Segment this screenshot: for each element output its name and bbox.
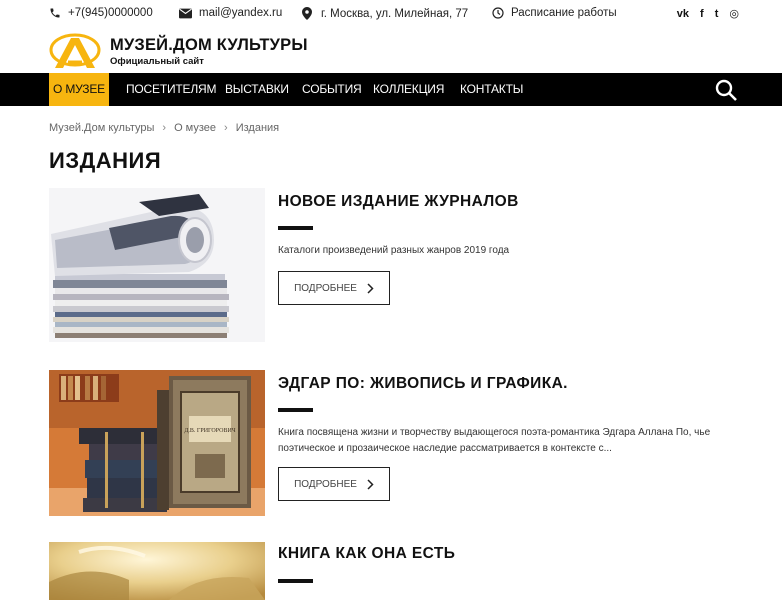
phone-link[interactable]: +7(945)0000000	[49, 7, 153, 19]
book-image[interactable]	[49, 542, 265, 600]
schedule-text: Расписание работы	[511, 7, 617, 19]
location-pin-icon	[302, 7, 312, 20]
nav-item-contacts[interactable]: КОНТАКТЫ	[460, 73, 523, 106]
chevron-right-icon: ›	[224, 122, 228, 134]
instagram-icon[interactable]: ◎	[729, 7, 739, 21]
card-title[interactable]: ЭДГАР ПО: ЖИВОПИСЬ И ГРАФИКА.	[278, 375, 568, 393]
nav-item-exhibitions[interactable]: ВЫСТАВКИ	[225, 73, 289, 106]
facebook-icon[interactable]: f	[700, 7, 704, 21]
search-icon[interactable]	[714, 78, 738, 102]
card-description: Каталоги произведений разных жанров 2019…	[278, 245, 510, 256]
book-cover-text: Д.В. ГРИГОРОВИЧ	[184, 428, 235, 434]
nav-item-about[interactable]: О МУЗЕЕ	[49, 73, 109, 106]
nav-item-collection[interactable]: КОЛЛЕКЦИЯ	[373, 73, 444, 106]
nav-item-visitors[interactable]: ПОСЕТИТЕЛЯМ	[126, 73, 216, 106]
nav-item-events[interactable]: СОБЫТИЯ	[302, 73, 362, 106]
more-button[interactable]: ПОДРОБНЕЕ	[278, 467, 390, 501]
logo-subtitle: Официальный сайт	[110, 56, 204, 67]
title-underline	[278, 408, 313, 412]
main-nav: О МУЗЕЕ ПОСЕТИТЕЛЯМ ВЫСТАВКИ СОБЫТИЯ КОЛ…	[0, 73, 782, 106]
breadcrumb: Музей.Дом культуры › О музее › Издания	[49, 122, 279, 134]
site-logo[interactable]: МУЗЕЙ.ДОМ КУЛЬТУРЫ Официальный сайт	[49, 32, 349, 72]
title-underline	[278, 226, 313, 230]
mail-icon	[179, 8, 192, 18]
breadcrumb-current: Издания	[235, 122, 280, 134]
publication-card: КНИГА КАК ОНА ЕСТЬ	[49, 542, 739, 600]
phone-text: +7(945)0000000	[68, 7, 153, 19]
address-link[interactable]: г. Москва, ул. Милейная, 77	[302, 7, 468, 20]
contact-bar: +7(945)0000000 mail@yandex.ru г. Москва,…	[0, 0, 782, 28]
phone-icon	[50, 8, 60, 18]
chevron-right-icon	[367, 282, 374, 294]
more-button-label: ПОДРОБНЕЕ	[294, 282, 357, 294]
logo-mark-icon	[49, 33, 101, 68]
social-links: vk f t ◎	[677, 7, 739, 21]
more-button[interactable]: ПОДРОБНЕЕ	[278, 271, 390, 305]
clock-icon	[492, 7, 504, 19]
title-underline	[278, 579, 313, 583]
more-button-label: ПОДРОБНЕЕ	[294, 478, 357, 490]
publication-card: НОВОЕ ИЗДАНИЕ ЖУРНАЛОВ Каталоги произвед…	[49, 188, 739, 342]
card-description: Книга посвящена жизни и творчеству выдаю…	[278, 427, 711, 454]
vk-icon[interactable]: vk	[677, 7, 689, 21]
breadcrumb-about[interactable]: О музее	[174, 122, 216, 134]
schedule-link[interactable]: Расписание работы	[492, 7, 617, 19]
chevron-right-icon	[367, 478, 374, 490]
old-books-image[interactable]: Д.В. ГРИГОРОВИЧ	[49, 370, 265, 516]
logo-title: МУЗЕЙ.ДОМ КУЛЬТУРЫ	[110, 36, 308, 54]
email-text: mail@yandex.ru	[199, 7, 283, 19]
twitter-icon[interactable]: t	[715, 7, 719, 21]
page-title: ИЗДАНИЯ	[49, 148, 162, 173]
email-link[interactable]: mail@yandex.ru	[179, 7, 282, 19]
publication-card: Д.В. ГРИГОРОВИЧ ЭДГАР ПО: ЖИВОПИСЬ И ГРА…	[49, 370, 739, 516]
card-title[interactable]: НОВОЕ ИЗДАНИЕ ЖУРНАЛОВ	[278, 193, 519, 211]
card-title[interactable]: КНИГА КАК ОНА ЕСТЬ	[278, 545, 455, 563]
breadcrumb-home[interactable]: Музей.Дом культуры	[49, 122, 154, 134]
chevron-right-icon: ›	[162, 122, 167, 134]
magazines-image[interactable]	[49, 188, 265, 342]
address-text: г. Москва, ул. Милейная, 77	[321, 7, 469, 20]
